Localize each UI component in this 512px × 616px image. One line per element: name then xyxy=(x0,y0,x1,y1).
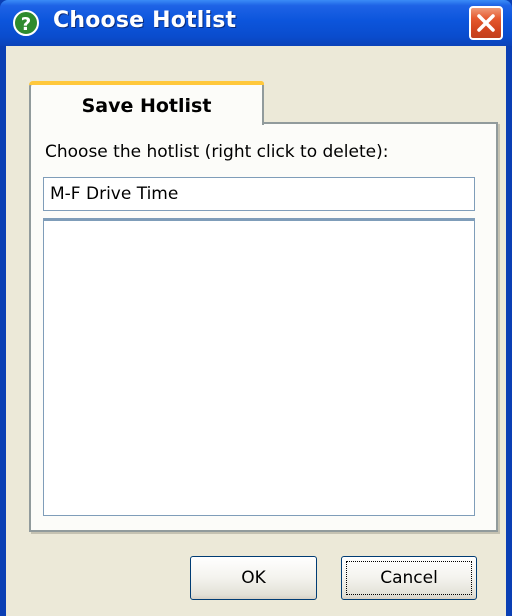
tab-label: Save Hotlist xyxy=(81,95,212,117)
ok-button[interactable]: OK xyxy=(190,556,317,600)
close-icon xyxy=(477,14,495,32)
hotlist-prompt-label: Choose the hotlist (right click to delet… xyxy=(45,142,389,162)
cancel-button-label: Cancel xyxy=(380,568,438,588)
tab-save-hotlist[interactable]: Save Hotlist xyxy=(29,81,264,125)
window-title: Choose Hotlist xyxy=(53,8,237,33)
tab-panel: Choose the hotlist (right click to delet… xyxy=(29,122,498,532)
ok-button-label: OK xyxy=(241,568,266,588)
dialog-body: Save Hotlist Choose the hotlist (right c… xyxy=(6,46,506,616)
hotlist-list[interactable] xyxy=(43,218,475,516)
svg-text:?: ? xyxy=(21,14,31,35)
title-bar[interactable]: ? Choose Hotlist xyxy=(0,0,512,46)
help-question-icon: ? xyxy=(13,9,39,37)
cancel-button[interactable]: Cancel xyxy=(341,556,477,600)
hotlist-name-input[interactable] xyxy=(43,177,475,211)
choose-hotlist-dialog: ? Choose Hotlist Save Hotlist Choose the… xyxy=(0,0,512,616)
close-button[interactable] xyxy=(469,6,503,40)
